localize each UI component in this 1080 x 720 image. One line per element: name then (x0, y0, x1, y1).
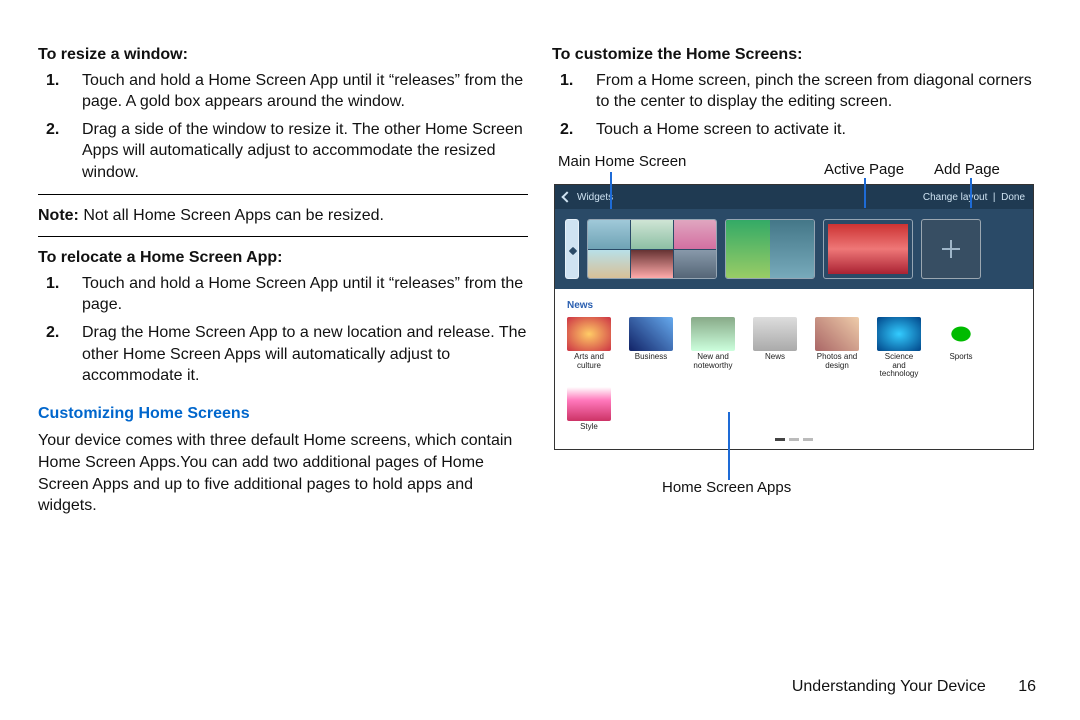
divider (38, 236, 528, 237)
active-page-thumb (823, 219, 913, 279)
topbar-title: Widgets (577, 191, 613, 205)
footer: Understanding Your Device 16 (792, 676, 1036, 698)
screenshot-content: News Arts and culture Business New and n… (555, 289, 1033, 449)
heading-relocate: To relocate a Home Screen App: (38, 247, 528, 269)
page-strip (555, 209, 1033, 289)
topbar-change: Change layout (923, 192, 988, 203)
page-thumb (725, 219, 815, 279)
category-item: Arts and culture (567, 317, 611, 379)
add-page-thumb (921, 219, 981, 279)
category-item: News (753, 317, 797, 379)
list-item: Touch and hold a Home Screen App until i… (66, 273, 528, 316)
heading-resize: To resize a window: (38, 44, 528, 66)
home-indicator-icon (565, 219, 579, 279)
left-column: To resize a window: Touch and hold a Hom… (38, 44, 528, 664)
custom-paragraph: Your device comes with three default Hom… (38, 430, 528, 516)
relocate-steps: Touch and hold a Home Screen App until i… (66, 273, 528, 387)
main-page-thumb (587, 219, 717, 279)
back-chevron-icon (561, 192, 572, 203)
label-add-page: Add Page (934, 160, 1000, 180)
screenshot-topbar: Widgets Change layout | Done (555, 185, 1033, 209)
note: Note: Not all Home Screen Apps can be re… (38, 205, 528, 227)
device-screenshot: Widgets Change layout | Done News (554, 184, 1034, 450)
category-item: Photos and design (815, 317, 859, 379)
label-main-home: Main Home Screen (558, 152, 686, 172)
page-number: 16 (1018, 676, 1036, 698)
callout-line (728, 412, 730, 480)
list-item: Touch a Home screen to activate it. (580, 119, 1042, 141)
list-item: From a Home screen, pinch the screen fro… (580, 70, 1042, 113)
topbar-done: Done (1001, 192, 1025, 203)
plus-icon (942, 240, 960, 258)
category-item: Business (629, 317, 673, 379)
category-item: Style (567, 387, 611, 432)
label-home-screen-apps: Home Screen Apps (662, 478, 1042, 498)
section-title: News (567, 299, 1021, 313)
callout-line (970, 178, 972, 208)
resize-steps: Touch and hold a Home Screen App until i… (66, 70, 528, 184)
customize-steps: From a Home screen, pinch the screen fro… (580, 70, 1042, 141)
page-dots (567, 438, 1021, 441)
heading-customizing: Customizing Home Screens (38, 403, 528, 425)
footer-section: Understanding Your Device (792, 678, 986, 695)
list-item: Drag a side of the window to resize it. … (66, 119, 528, 184)
right-column: To customize the Home Screens: From a Ho… (552, 44, 1042, 664)
figure: Main Home Screen Active Page Add Page Wi… (552, 152, 1042, 498)
list-item: Touch and hold a Home Screen App until i… (66, 70, 528, 113)
category-item: New and noteworthy (691, 317, 735, 379)
divider (38, 194, 528, 195)
callout-line (864, 178, 866, 208)
list-item: Drag the Home Screen App to a new locati… (66, 322, 528, 387)
category-item: Sports (939, 317, 983, 379)
category-item: Science and technology (877, 317, 921, 379)
heading-customize-steps: To customize the Home Screens: (552, 44, 1042, 66)
